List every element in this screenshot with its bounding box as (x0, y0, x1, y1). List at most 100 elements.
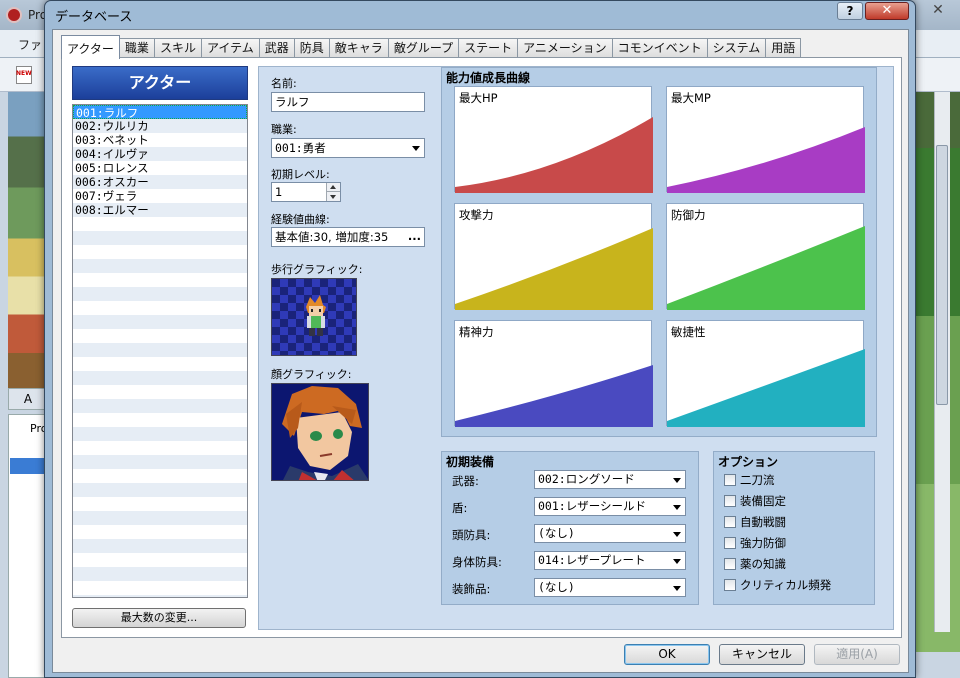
change-max-button[interactable]: 最大数の変更... (72, 608, 246, 628)
background-close-icon[interactable]: ✕ (920, 2, 956, 22)
tab-armor[interactable]: 防具 (293, 38, 330, 58)
walk-graphic[interactable] (271, 278, 357, 356)
weapon-value: 002:ロングソード (538, 472, 635, 486)
tab-system[interactable]: システム (706, 38, 767, 58)
checkbox[interactable] (724, 516, 736, 528)
graph-label: 最大MP (671, 91, 711, 105)
equip-label-accessory: 装飾品: (452, 582, 491, 596)
apply-button[interactable]: 適用(A) (814, 644, 900, 665)
weapon-dropdown[interactable]: 002:ロングソード (534, 470, 686, 489)
checkbox[interactable] (724, 495, 736, 507)
option-super-guard[interactable]: 強力防御 (724, 536, 786, 550)
actor-list-item[interactable]: 007:ヴェラ (73, 189, 247, 203)
app-icon (6, 7, 22, 23)
graph-attack[interactable]: 攻撃力 (454, 203, 653, 310)
equip-label-weapon: 武器: (452, 474, 479, 488)
option-fixed-equipment[interactable]: 装備固定 (724, 494, 786, 508)
graph-defense[interactable]: 防御力 (666, 203, 865, 310)
body-value: 014:レザープレート (538, 553, 646, 567)
ok-button[interactable]: OK (624, 644, 710, 665)
tileset-palette[interactable] (8, 92, 48, 410)
actor-list-item[interactable]: 004:イルヴァ (73, 147, 247, 161)
option-pharmacology[interactable]: 薬の知識 (724, 557, 786, 571)
initial-level-label: 初期レベル: (271, 168, 330, 181)
shield-value: 001:レザーシールド (538, 499, 646, 513)
option-critical-bonus[interactable]: クリティカル頻発 (724, 578, 831, 592)
options-group: オプション 二刀流 装備固定 自動戦闘 強力防御 薬の知識 クリティカル頻発 (713, 451, 875, 605)
equip-label-body: 身体防具: (452, 555, 502, 569)
options-title: オプション (718, 455, 779, 469)
chevron-down-icon (673, 505, 681, 510)
shield-dropdown[interactable]: 001:レザーシールド (534, 497, 686, 516)
actor-list-item[interactable]: 008:エルマー (73, 203, 247, 217)
checkbox[interactable] (724, 558, 736, 570)
head-value: (なし) (538, 526, 575, 540)
option-label: 自動戦闘 (740, 515, 786, 529)
actor-list-item[interactable]: 002:ウルリカ (73, 119, 247, 133)
tab-state[interactable]: ステート (458, 38, 519, 58)
name-input[interactable]: ラルフ (271, 92, 425, 112)
initial-level-spinner[interactable]: 1 (271, 182, 341, 202)
head-dropdown[interactable]: (なし) (534, 524, 686, 543)
option-two-swords[interactable]: 二刀流 (724, 473, 775, 487)
tab-item[interactable]: アイテム (200, 38, 260, 58)
graph-label: 精神力 (459, 325, 494, 339)
map-scrollbar-thumb[interactable] (936, 145, 948, 405)
growth-curves-group: 能力値成長曲線 最大HP 最大MP 攻撃力 防御力 精神力 敏捷性 (441, 67, 877, 437)
tab-animation[interactable]: アニメーション (517, 38, 613, 58)
exp-curve-field[interactable]: 基本値:30, 増加度:35 ... (271, 227, 425, 247)
ellipsis-icon[interactable]: ... (408, 228, 421, 245)
background-menu-file[interactable]: ファ (18, 36, 42, 53)
spinner-arrows-icon[interactable] (326, 183, 340, 201)
cancel-button[interactable]: キャンセル (719, 644, 805, 665)
tab-strip: アクター 職業 スキル アイテム 武器 防具 敵キャラ 敵グループ ステート ア… (61, 35, 802, 59)
checkbox[interactable] (724, 579, 736, 591)
help-button[interactable]: ? (837, 2, 863, 20)
accessory-dropdown[interactable]: (なし) (534, 578, 686, 597)
tab-weapon[interactable]: 武器 (258, 38, 295, 58)
tab-class[interactable]: 職業 (118, 38, 155, 58)
checkbox[interactable] (724, 537, 736, 549)
tab-skill[interactable]: スキル (153, 38, 202, 58)
exp-curve-label: 経験値曲線: (271, 213, 330, 226)
graph-max-hp[interactable]: 最大HP (454, 86, 653, 193)
equip-label-shield: 盾: (452, 501, 468, 515)
tab-troop[interactable]: 敵グループ (387, 38, 460, 58)
chevron-down-icon (673, 559, 681, 564)
face-graphic[interactable] (271, 383, 369, 481)
map-tree-selected[interactable] (10, 458, 48, 474)
tab-content: アクター 001:ラルフ 002:ウルリカ 003:ベネット 004:イルヴァ … (61, 57, 902, 638)
body-dropdown[interactable]: 014:レザープレート (534, 551, 686, 570)
map-tree[interactable] (8, 414, 48, 678)
tab-terms[interactable]: 用語 (765, 38, 802, 58)
option-label: 薬の知識 (740, 557, 786, 571)
graph-spirit[interactable]: 精神力 (454, 320, 653, 427)
chevron-down-icon (412, 146, 420, 151)
curve-fill (455, 365, 653, 427)
graph-max-mp[interactable]: 最大MP (666, 86, 865, 193)
option-label: 強力防御 (740, 536, 786, 550)
walk-graphic-label: 歩行グラフィック: (271, 263, 363, 276)
tab-enemy[interactable]: 敵キャラ (328, 38, 389, 58)
actor-list-item[interactable]: 005:ロレンス (73, 161, 247, 175)
chevron-down-icon (673, 478, 681, 483)
face-portrait-icon (282, 386, 368, 480)
class-dropdown[interactable]: 001:勇者 (271, 138, 425, 158)
growth-curves-title: 能力値成長曲線 (446, 71, 531, 85)
new-file-icon[interactable] (16, 66, 32, 84)
initial-equipment-group: 初期装備 武器: 002:ロングソード 盾: 001:レザーシールド 頭防具: … (441, 451, 699, 605)
tab-actor[interactable]: アクター (61, 35, 120, 59)
option-label: 装備固定 (740, 494, 786, 508)
actor-list-item[interactable]: 006:オスカー (73, 175, 247, 189)
graph-agility[interactable]: 敏捷性 (666, 320, 865, 427)
checkbox[interactable] (724, 474, 736, 486)
tileset-tab-a[interactable]: A (8, 388, 48, 410)
option-auto-battle[interactable]: 自動戦闘 (724, 515, 786, 529)
actor-list-item[interactable]: 001:ラルフ (73, 105, 247, 120)
curve-fill (667, 226, 865, 310)
chevron-down-icon (673, 586, 681, 591)
close-button[interactable]: ✕ (865, 2, 909, 20)
actor-list[interactable]: 001:ラルフ 002:ウルリカ 003:ベネット 004:イルヴァ 005:ロ… (72, 104, 248, 598)
actor-list-item[interactable]: 003:ベネット (73, 133, 247, 147)
tab-common-event[interactable]: コモンイベント (611, 38, 708, 58)
